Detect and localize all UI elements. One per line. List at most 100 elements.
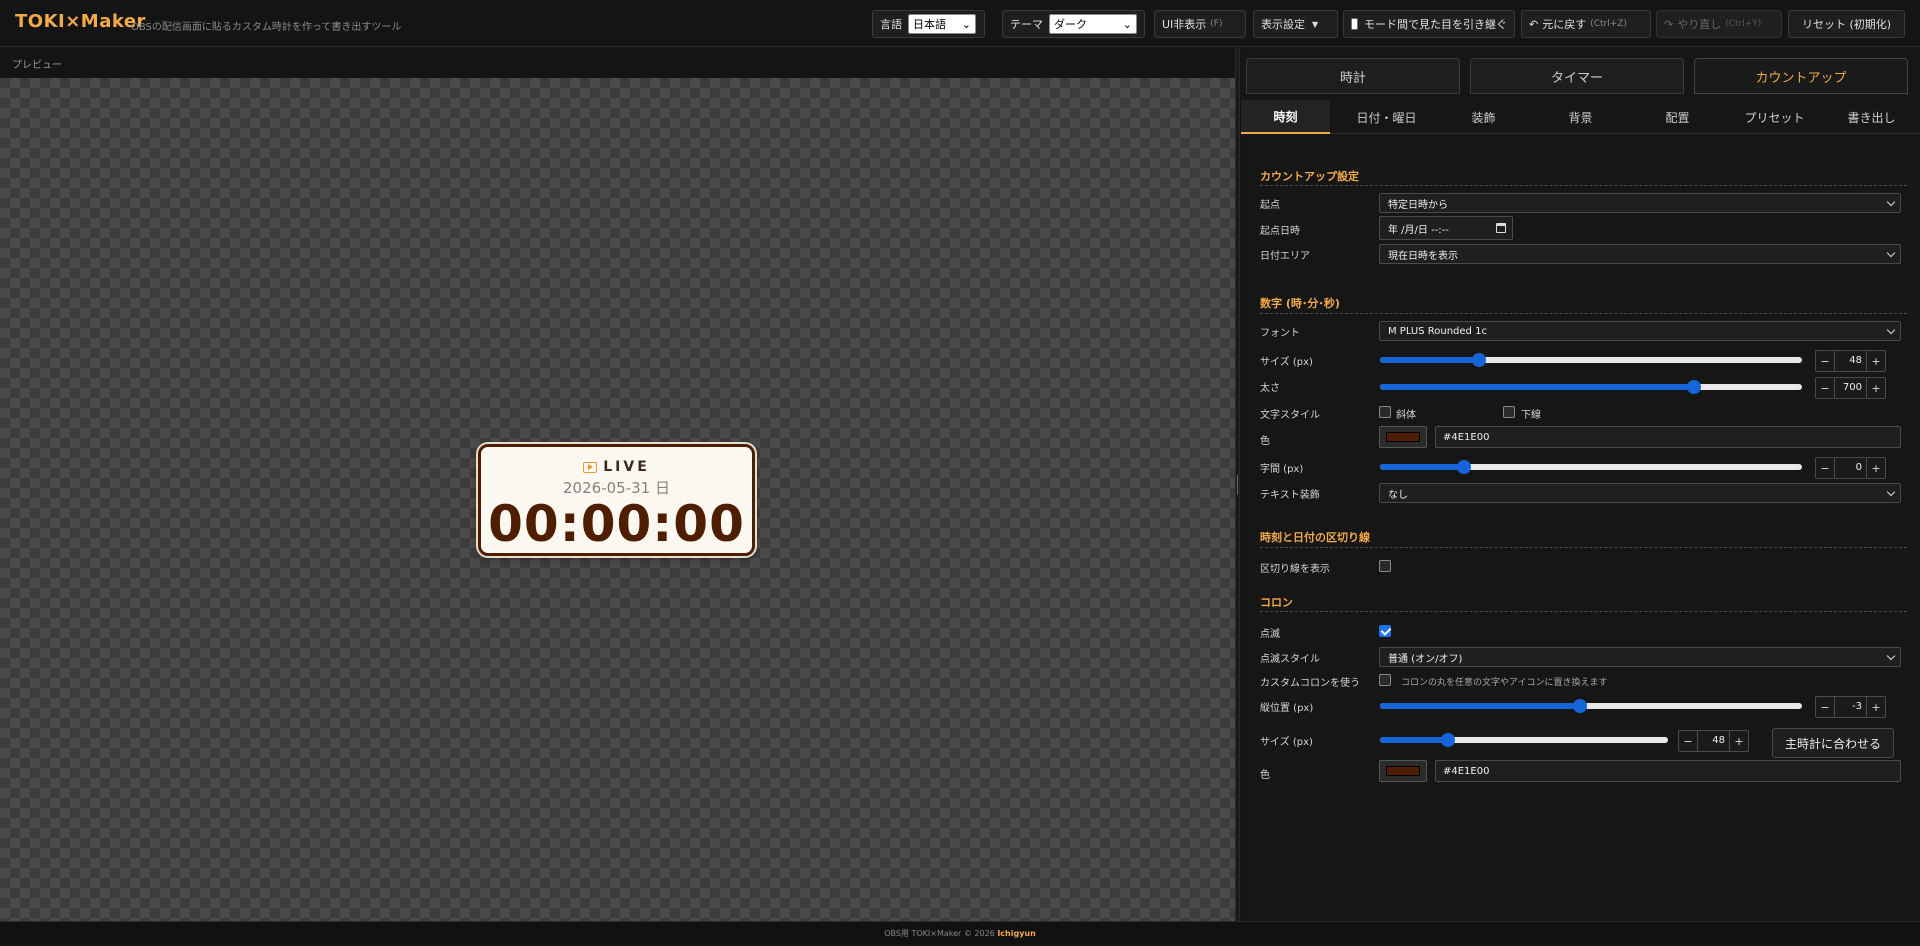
subtab-decoration[interactable]: 装飾 <box>1435 100 1532 134</box>
theme-label: テーマ <box>1010 18 1043 31</box>
author-link[interactable]: Ichigyun <box>997 929 1036 938</box>
digit-size-stepper[interactable]: −48 + <box>1815 350 1886 372</box>
undo-icon: ↶ <box>1529 17 1539 31</box>
subtab-presets[interactable]: プリセット <box>1726 100 1823 134</box>
subtab-time[interactable]: 時刻 <box>1241 100 1330 134</box>
decrement-button[interactable]: − <box>1679 731 1697 751</box>
slider-thumb[interactable] <box>1457 460 1472 474</box>
hide-ui-label: UI非表示 <box>1162 18 1207 31</box>
colon-vpos-value[interactable]: -3 <box>1834 697 1867 717</box>
language-select[interactable]: 日本語 ⌄ <box>908 14 976 34</box>
colon-color-input[interactable]: #4E1E00 <box>1435 760 1901 782</box>
letter-spacing-label: 字間 (px) <box>1260 464 1304 475</box>
section-countup-title: カウントアップ設定 <box>1260 170 1359 183</box>
italic-checkbox[interactable] <box>1379 406 1391 418</box>
subtab-layout[interactable]: 配置 <box>1629 100 1726 134</box>
theme-value: ダーク <box>1054 18 1087 31</box>
slider-thumb[interactable] <box>1687 380 1702 394</box>
carry-over-toggle[interactable]: モード間で見た目を引き継ぐ <box>1343 10 1515 38</box>
live-text: LIVE <box>603 459 650 475</box>
subtab-date[interactable]: 日付・曜日 <box>1338 100 1435 134</box>
letter-spacing-stepper[interactable]: −0 + <box>1815 457 1886 479</box>
colon-vpos-stepper[interactable]: − -3 + <box>1815 696 1886 718</box>
blink-checkbox[interactable] <box>1379 625 1391 637</box>
custom-colon-checkbox[interactable] <box>1379 674 1391 686</box>
decrement-button[interactable]: − <box>1816 458 1834 478</box>
decrement-button[interactable]: − <box>1816 697 1834 717</box>
blink-style-value: 普通 (オン/オフ) <box>1388 653 1463 665</box>
colon-size-slider[interactable] <box>1380 733 1668 747</box>
origin-select[interactable]: 特定日時から <box>1379 193 1901 213</box>
colon-size-stepper[interactable]: −48 + <box>1678 730 1749 752</box>
colon-vpos-slider[interactable] <box>1380 699 1802 713</box>
tab-clock[interactable]: 時計 <box>1246 58 1460 94</box>
weight-stepper[interactable]: −700 + <box>1815 377 1886 399</box>
weight-slider[interactable] <box>1380 380 1802 394</box>
weight-label: 太さ <box>1260 383 1280 394</box>
show-divider-label: 区切り線を表示 <box>1260 564 1330 575</box>
digit-size-slider[interactable] <box>1380 353 1802 367</box>
decrement-button[interactable]: − <box>1816 378 1834 398</box>
caret-down-icon: ▼ <box>1312 19 1319 29</box>
slider-thumb[interactable] <box>1573 699 1588 713</box>
section-divider <box>1260 611 1907 612</box>
letter-spacing-value[interactable]: 0 <box>1834 458 1867 478</box>
redo-button[interactable]: ↷ やり直し (Ctrl+Y) <box>1656 10 1782 38</box>
decrement-button[interactable]: − <box>1816 351 1834 371</box>
weight-value[interactable]: 700 <box>1834 378 1867 398</box>
digit-color-label: 色 <box>1260 436 1270 447</box>
blink-label: 点滅 <box>1260 629 1280 640</box>
carry-over-label: モード間で見た目を引き継ぐ <box>1364 18 1507 31</box>
theme-select[interactable]: ダーク ⌄ <box>1049 14 1137 34</box>
font-value: M PLUS Rounded 1c <box>1388 325 1487 337</box>
clock-widget[interactable]: LIVE 2026-05-31 日 00:00:00 <box>478 444 755 556</box>
splitter-grip <box>1237 475 1238 495</box>
digit-size-value[interactable]: 48 <box>1834 351 1867 371</box>
increment-button[interactable]: + <box>1730 731 1748 751</box>
tab-countup[interactable]: カウントアップ <box>1694 58 1908 94</box>
section-divider <box>1260 547 1907 548</box>
blink-style-label: 点滅スタイル <box>1260 654 1320 665</box>
origin-value: 特定日時から <box>1388 199 1448 211</box>
panel-splitter[interactable] <box>1235 48 1240 921</box>
font-select[interactable]: M PLUS Rounded 1c <box>1379 321 1901 341</box>
date-area-value: 現在日時を表示 <box>1388 250 1458 262</box>
match-main-clock-button[interactable]: 主時計に合わせる <box>1772 728 1894 758</box>
digit-color-swatch[interactable] <box>1379 426 1427 448</box>
text-style-label: 文字スタイル <box>1260 410 1320 421</box>
sub-tab-bar: 時刻 日付・曜日 装飾 背景 配置 プリセット 書き出し <box>1241 100 1920 134</box>
colon-size-value[interactable]: 48 <box>1697 731 1730 751</box>
show-divider-checkbox[interactable] <box>1379 560 1391 572</box>
origin-datetime-label: 起点日時 <box>1260 226 1300 237</box>
section-divider <box>1260 313 1907 314</box>
app-tagline: OBSの配信画面に貼るカスタム時計を作って書き出すツール <box>131 22 402 33</box>
digit-color-value: #4E1E00 <box>1443 431 1490 443</box>
reset-button[interactable]: リセット (初期化) <box>1788 10 1905 38</box>
blink-style-select[interactable]: 普通 (オン/オフ) <box>1379 647 1901 667</box>
increment-button[interactable]: + <box>1867 378 1885 398</box>
increment-button[interactable]: + <box>1867 697 1885 717</box>
digit-color-input[interactable]: #4E1E00 <box>1435 426 1901 448</box>
carry-over-checkbox[interactable] <box>1351 18 1358 30</box>
calendar-icon[interactable] <box>1496 223 1506 233</box>
undo-button[interactable]: ↶ 元に戻す (Ctrl+Z) <box>1521 10 1651 38</box>
slider-thumb[interactable] <box>1440 733 1455 747</box>
hide-ui-button[interactable]: UI非表示 (F) <box>1154 10 1246 38</box>
origin-datetime-input[interactable]: 年 /月/日 --:-- <box>1379 216 1513 240</box>
subtab-export[interactable]: 書き出し <box>1823 100 1920 134</box>
display-settings-button[interactable]: 表示設定 ▼ <box>1253 10 1338 38</box>
colon-size-label: サイズ (px) <box>1260 737 1313 748</box>
text-deco-label: テキスト装飾 <box>1260 490 1320 501</box>
text-deco-select[interactable]: なし <box>1379 483 1901 503</box>
colon-color-swatch[interactable] <box>1379 760 1427 782</box>
increment-button[interactable]: + <box>1867 351 1885 371</box>
letter-spacing-slider[interactable] <box>1380 460 1802 474</box>
underline-checkbox[interactable] <box>1503 406 1515 418</box>
increment-button[interactable]: + <box>1867 458 1885 478</box>
slider-thumb[interactable] <box>1472 353 1487 367</box>
live-badge: LIVE <box>481 459 752 475</box>
date-area-select[interactable]: 現在日時を表示 <box>1379 244 1901 264</box>
tab-timer[interactable]: タイマー <box>1470 58 1684 94</box>
subtab-background[interactable]: 背景 <box>1532 100 1629 134</box>
language-value: 日本語 <box>913 18 946 31</box>
